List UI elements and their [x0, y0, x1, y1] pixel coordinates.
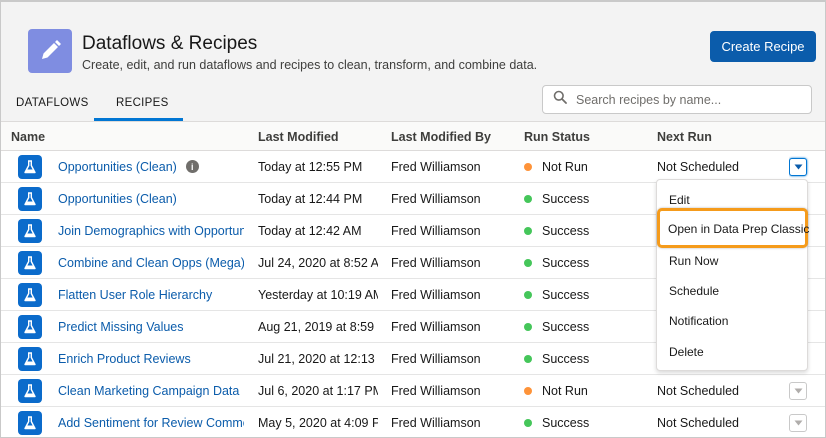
- recipe-name-link[interactable]: Opportunities (Clean): [58, 160, 177, 174]
- flask-icon: [18, 250, 42, 275]
- menu-item-label: Open in Data Prep Classic: [668, 222, 810, 236]
- last-modified: Jul 21, 2020 at 12:13: [258, 351, 375, 366]
- flask-icon: [18, 410, 42, 435]
- pencil-icon: [28, 29, 72, 73]
- menu-item-run-now[interactable]: Run Now: [669, 254, 718, 268]
- last-modified: Today at 12:42 AM: [258, 223, 362, 238]
- run-status: Success: [542, 415, 590, 430]
- flask-icon: [18, 218, 42, 243]
- run-status: Success: [542, 287, 590, 302]
- column-header-last-modified-by[interactable]: Last Modified By: [391, 123, 491, 151]
- run-status: Success: [542, 191, 590, 206]
- next-run: Not Scheduled: [657, 383, 740, 398]
- last-modified: Yesterday at 10:19 AM: [258, 287, 378, 302]
- last-modified-by: Fred Williamson: [391, 191, 481, 206]
- page-header: Dataflows & Recipes Create, edit, and ru…: [1, 2, 825, 122]
- last-modified-by: Fred Williamson: [391, 255, 481, 270]
- last-modified: Aug 21, 2019 at 8:59 .: [258, 319, 378, 334]
- column-header-next-run[interactable]: Next Run: [657, 123, 712, 151]
- next-run: Not Scheduled: [657, 159, 740, 174]
- run-status: Not Run: [542, 159, 588, 174]
- status-dot: [524, 226, 532, 235]
- menu-item-delete[interactable]: Delete: [669, 345, 704, 359]
- row-actions-button[interactable]: [789, 413, 807, 432]
- flask-icon: [18, 378, 42, 403]
- row-actions-button[interactable]: [789, 381, 807, 400]
- run-status: Success: [542, 319, 590, 334]
- search-input[interactable]: [576, 92, 796, 107]
- row-actions-button[interactable]: [789, 157, 807, 176]
- run-status: Success: [542, 223, 590, 238]
- column-header-last-modified[interactable]: Last Modified: [258, 123, 339, 151]
- active-tab-indicator: [94, 118, 183, 121]
- last-modified-by: Fred Williamson: [391, 383, 481, 398]
- flask-icon: [18, 314, 42, 339]
- last-modified-by: Fred Williamson: [391, 223, 481, 238]
- next-run: Not Scheduled: [657, 415, 740, 430]
- recipe-name-link[interactable]: Enrich Product Reviews: [58, 343, 244, 374]
- flask-icon: [18, 186, 42, 211]
- last-modified: Jul 24, 2020 at 8:52 A: [258, 255, 378, 270]
- status-dot: [524, 354, 532, 363]
- tab-dataflows[interactable]: DATAFLOWS: [16, 97, 89, 109]
- status-dot: [524, 290, 532, 299]
- chevron-down-icon: [794, 388, 802, 393]
- status-dot: [524, 194, 532, 203]
- info-icon[interactable]: i: [185, 160, 199, 173]
- recipe-name-link[interactable]: Join Demographics with Opportun: [58, 215, 244, 246]
- menu-item-edit[interactable]: Edit: [669, 193, 690, 207]
- table-row[interactable]: Clean Marketing Campaign Data Jul 6, 202…: [1, 375, 825, 407]
- recipe-name-link[interactable]: Combine and Clean Opps (Mega): [58, 247, 244, 278]
- recipe-name-link[interactable]: Clean Marketing Campaign Data: [58, 375, 244, 406]
- search-icon: [553, 90, 567, 109]
- last-modified: May 5, 2020 at 4:09 P: [258, 415, 378, 430]
- menu-item-open-in-data-prep-classic[interactable]: Open in Data Prep Classic: [657, 208, 810, 248]
- status-dot: [524, 322, 532, 331]
- last-modified-by: Fred Williamson: [391, 159, 481, 174]
- app-frame: Dataflows & Recipes Create, edit, and ru…: [0, 0, 826, 438]
- page-title: Dataflows & Recipes: [82, 33, 258, 54]
- search-box[interactable]: [542, 85, 812, 114]
- page-subtitle: Create, edit, and run dataflows and reci…: [82, 58, 538, 72]
- recipe-name-link[interactable]: Predict Missing Values: [58, 311, 244, 342]
- flask-icon: [18, 346, 42, 371]
- run-status: Success: [542, 255, 590, 270]
- table-row[interactable]: Add Sentiment for Review Comme May 5, 20…: [1, 407, 825, 437]
- flask-icon: [18, 282, 42, 307]
- recipe-name-link[interactable]: Add Sentiment for Review Comme: [58, 407, 244, 437]
- column-header-run-status[interactable]: Run Status: [524, 123, 590, 151]
- flask-icon: [18, 154, 42, 179]
- create-recipe-button[interactable]: Create Recipe: [710, 31, 816, 62]
- run-status: Success: [542, 351, 590, 366]
- chevron-down-icon: [794, 420, 802, 425]
- status-dot: [524, 162, 532, 171]
- tab-recipes[interactable]: RECIPES: [116, 97, 169, 109]
- last-modified-by: Fred Williamson: [391, 319, 481, 334]
- last-modified: Jul 6, 2020 at 1:17 PM: [258, 383, 378, 398]
- last-modified-by: Fred Williamson: [391, 351, 481, 366]
- last-modified-by: Fred Williamson: [391, 415, 481, 430]
- last-modified: Today at 12:44 PM: [258, 191, 363, 206]
- menu-item-notification[interactable]: Notification: [669, 314, 728, 328]
- chevron-down-icon: [794, 164, 802, 169]
- recipe-name-link[interactable]: Opportunities (Clean): [58, 183, 244, 214]
- status-dot: [524, 418, 532, 427]
- menu-item-schedule[interactable]: Schedule: [669, 284, 719, 298]
- run-status: Not Run: [542, 383, 588, 398]
- status-dot: [524, 258, 532, 267]
- recipe-name-link[interactable]: Flatten User Role Hierarchy: [58, 279, 244, 310]
- last-modified: Today at 12:55 PM: [258, 159, 363, 174]
- column-header-name[interactable]: Name: [11, 123, 45, 151]
- status-dot: [524, 386, 532, 395]
- last-modified-by: Fred Williamson: [391, 287, 481, 302]
